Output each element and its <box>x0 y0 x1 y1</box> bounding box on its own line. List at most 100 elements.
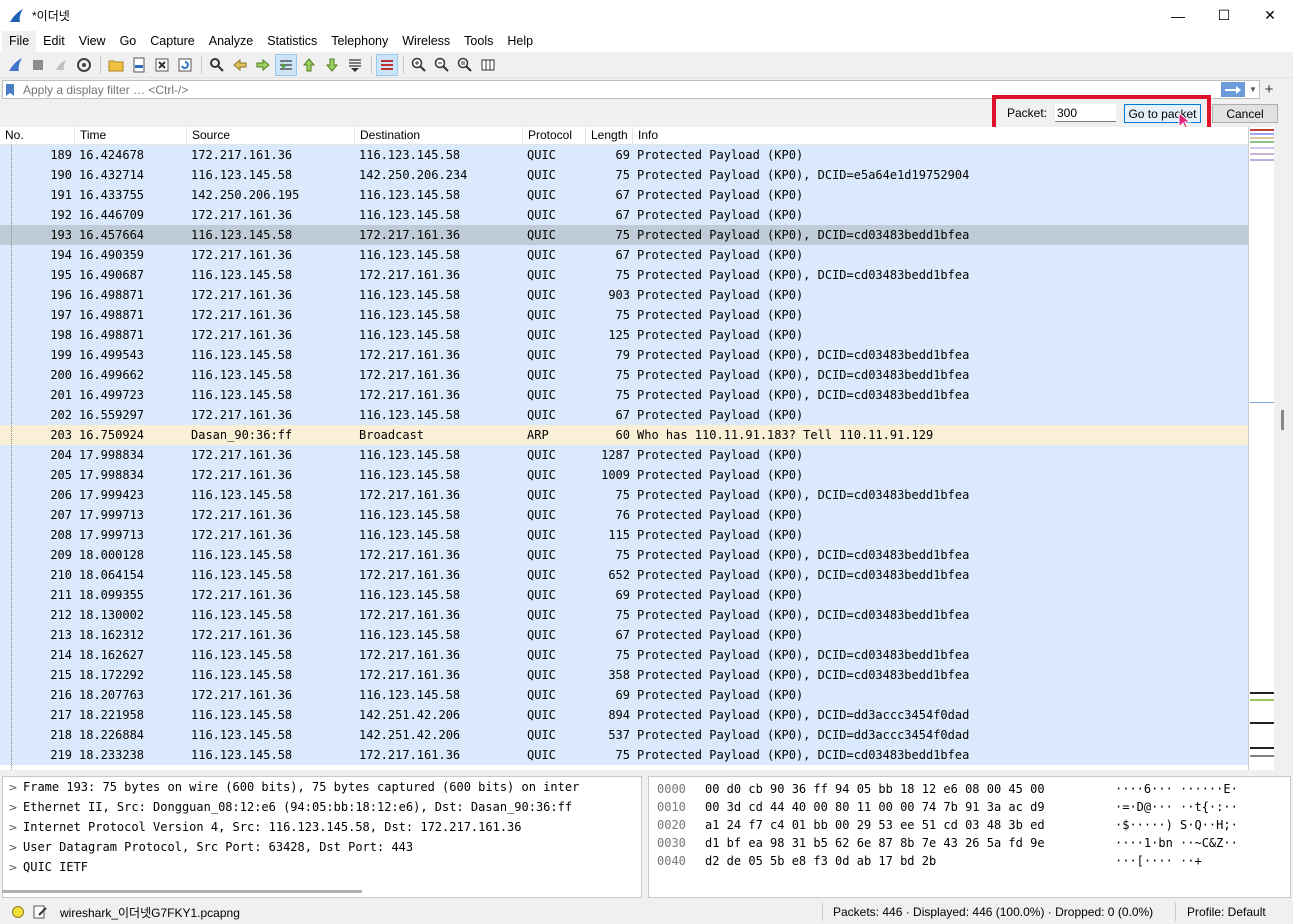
chevron-right-icon[interactable]: > <box>3 841 23 854</box>
scrollbar-gutter[interactable] <box>1274 127 1293 770</box>
packet-row[interactable]: 192 16.446709 172.217.161.36 116.123.145.58… <box>0 205 1248 225</box>
expert-info-icon[interactable] <box>12 906 24 918</box>
find-packet-button[interactable] <box>206 54 228 76</box>
column-header-no[interactable]: No. <box>0 127 75 144</box>
stop-capture-button[interactable] <box>27 54 49 76</box>
packet-row[interactable]: 204 17.998834 172.217.161.36 116.123.145.58… <box>0 445 1248 465</box>
packet-row[interactable]: 208 17.999713 172.217.161.36 116.123.145.58… <box>0 525 1248 545</box>
menu-tools[interactable]: Tools <box>457 31 500 52</box>
detail-row-udp[interactable]: > User Datagram Protocol, Src Port: 63428… <box>3 837 641 857</box>
zoom-out-button[interactable] <box>431 54 453 76</box>
resize-columns-button[interactable] <box>477 54 499 76</box>
detail-row-ipv4[interactable]: > Internet Protocol Version 4, Src: 116.1… <box>3 817 641 837</box>
packet-row[interactable]: 214 18.162627 116.123.145.58 172.217.161.36… <box>0 645 1248 665</box>
profile-indicator[interactable]: Profile: Default <box>1187 905 1266 919</box>
menu-edit[interactable]: Edit <box>36 31 72 52</box>
packet-row[interactable]: 190 16.432714 116.123.145.58 142.250.206.23… <box>0 165 1248 185</box>
chevron-right-icon[interactable]: > <box>3 821 23 834</box>
menu-analyze[interactable]: Analyze <box>202 31 260 52</box>
packet-row[interactable]: 198 16.498871 172.217.161.36 116.123.145.58… <box>0 325 1248 345</box>
packet-row[interactable]: 205 17.998834 172.217.161.36 116.123.145.58… <box>0 465 1248 485</box>
normal-size-button[interactable] <box>454 54 476 76</box>
column-header-destination[interactable]: Destination <box>355 127 523 144</box>
packet-row[interactable]: 212 18.130002 116.123.145.58 172.217.161.36… <box>0 605 1248 625</box>
byte-row[interactable]: 0040 d2 de 05 5b e8 f3 0d ab 17 bd 2b ···[… <box>649 852 1290 870</box>
packet-row[interactable]: 207 17.999713 172.217.161.36 116.123.145.58… <box>0 505 1248 525</box>
details-horizontal-scrollbar[interactable] <box>2 890 362 893</box>
chevron-down-icon[interactable]: ▼ <box>1247 81 1259 98</box>
close-button[interactable]: ✕ <box>1247 0 1293 31</box>
zoom-in-button[interactable] <box>408 54 430 76</box>
packet-row[interactable]: 216 18.207763 172.217.161.36 116.123.145.58… <box>0 685 1248 705</box>
packet-row[interactable]: 215 18.172292 116.123.145.58 172.217.161.36… <box>0 665 1248 685</box>
packet-row[interactable]: 199 16.499543 116.123.145.58 172.217.161.36… <box>0 345 1248 365</box>
auto-scroll-button[interactable] <box>344 54 366 76</box>
menu-telephony[interactable]: Telephony <box>324 31 395 52</box>
chevron-right-icon[interactable]: > <box>3 801 23 814</box>
packet-row[interactable]: 195 16.490687 116.123.145.58 172.217.161.36… <box>0 265 1248 285</box>
scrollbar-thumb[interactable] <box>1281 410 1284 430</box>
packet-row[interactable]: 193 16.457664 116.123.145.58 172.217.161.36… <box>0 225 1248 245</box>
detail-row-frame[interactable]: > Frame 193: 75 bytes on wire (600 bits),… <box>3 777 641 797</box>
go-last-packet-button[interactable] <box>321 54 343 76</box>
packet-row[interactable]: 219 18.233238 116.123.145.58 172.217.161.36… <box>0 745 1248 765</box>
chevron-right-icon[interactable]: > <box>3 861 23 874</box>
packet-row[interactable]: 210 18.064154 116.123.145.58 172.217.161.36… <box>0 565 1248 585</box>
column-header-length[interactable]: Length <box>586 127 633 144</box>
close-file-button[interactable] <box>151 54 173 76</box>
colorize-button[interactable] <box>376 53 398 76</box>
cancel-button[interactable]: Cancel <box>1212 104 1278 123</box>
byte-row[interactable]: 0030 d1 bf ea 98 31 b5 62 6e 87 8b 7e 43 … <box>649 834 1290 852</box>
packet-list[interactable]: No. Time Source Destination Protocol Len… <box>0 127 1248 770</box>
go-back-button[interactable] <box>229 54 251 76</box>
go-first-packet-button[interactable] <box>298 54 320 76</box>
column-header-time[interactable]: Time <box>75 127 187 144</box>
reload-file-button[interactable] <box>174 54 196 76</box>
go-to-packet-button[interactable] <box>275 53 297 76</box>
packet-row[interactable]: 200 16.499662 116.123.145.58 172.217.161.36… <box>0 365 1248 385</box>
apply-filter-button[interactable] <box>1221 82 1245 97</box>
column-header-info[interactable]: Info <box>633 127 1248 144</box>
detail-row-quic[interactable]: > QUIC IETF <box>3 857 641 877</box>
bookmark-icon[interactable] <box>3 81 17 98</box>
byte-row[interactable]: 0000 00 d0 cb 90 36 ff 94 05 bb 18 12 e6 … <box>649 780 1290 798</box>
packet-details-pane[interactable]: > Frame 193: 75 bytes on wire (600 bits),… <box>2 776 642 898</box>
packet-row[interactable]: 201 16.499723 116.123.145.58 172.217.161.36… <box>0 385 1248 405</box>
chevron-right-icon[interactable]: > <box>3 781 23 794</box>
menu-view[interactable]: View <box>72 31 113 52</box>
menu-capture[interactable]: Capture <box>143 31 201 52</box>
packet-row[interactable]: 203 16.750924 Dasan_90:36:ff Broadcast ARP 60… <box>0 425 1248 445</box>
packet-row[interactable]: 189 16.424678 172.217.161.36 116.123.145.58… <box>0 145 1248 165</box>
packet-row[interactable]: 206 17.999423 116.123.145.58 172.217.161.36… <box>0 485 1248 505</box>
detail-row-ethernet[interactable]: > Ethernet II, Src: Dongguan_08:12:e6 (94… <box>3 797 641 817</box>
menu-wireless[interactable]: Wireless <box>395 31 457 52</box>
packet-row[interactable]: 191 16.433755 142.250.206.195 116.123.145.5… <box>0 185 1248 205</box>
start-capture-button[interactable] <box>4 54 26 76</box>
save-file-button[interactable] <box>128 54 150 76</box>
capture-comment-icon[interactable] <box>32 904 48 920</box>
packet-bytes-pane[interactable]: 0000 00 d0 cb 90 36 ff 94 05 bb 18 12 e6 … <box>648 776 1291 898</box>
packet-row[interactable]: 194 16.490359 172.217.161.36 116.123.145.58… <box>0 245 1248 265</box>
packet-row[interactable]: 211 18.099355 172.217.161.36 116.123.145.58… <box>0 585 1248 605</box>
column-header-source[interactable]: Source <box>187 127 355 144</box>
maximize-button[interactable]: ☐ <box>1201 0 1247 31</box>
packet-row[interactable]: 197 16.498871 172.217.161.36 116.123.145.58… <box>0 305 1248 325</box>
packet-row[interactable]: 213 18.162312 172.217.161.36 116.123.145.58… <box>0 625 1248 645</box>
menu-file[interactable]: File <box>2 31 37 52</box>
packet-row[interactable]: 202 16.559297 172.217.161.36 116.123.145.58… <box>0 405 1248 425</box>
add-filter-button[interactable]: + <box>1262 80 1276 99</box>
byte-row[interactable]: 0010 00 3d cd 44 40 00 80 11 00 00 74 7b … <box>649 798 1290 816</box>
restart-capture-button[interactable] <box>50 54 72 76</box>
column-header-protocol[interactable]: Protocol <box>523 127 586 144</box>
packet-row[interactable]: 196 16.498871 172.217.161.36 116.123.145.58… <box>0 285 1248 305</box>
menu-help[interactable]: Help <box>500 31 540 52</box>
capture-options-button[interactable] <box>73 54 95 76</box>
menu-go[interactable]: Go <box>113 31 144 52</box>
packet-row[interactable]: 218 18.226884 116.123.145.58 142.251.42.206… <box>0 725 1248 745</box>
menu-statistics[interactable]: Statistics <box>260 31 324 52</box>
byte-row[interactable]: 0020 a1 24 f7 c4 01 bb 00 29 53 ee 51 cd … <box>649 816 1290 834</box>
go-forward-button[interactable] <box>252 54 274 76</box>
minimize-button[interactable]: — <box>1155 0 1201 31</box>
packet-row[interactable]: 209 18.000128 116.123.145.58 172.217.161.36… <box>0 545 1248 565</box>
packet-row[interactable]: 217 18.221958 116.123.145.58 142.251.42.206… <box>0 705 1248 725</box>
